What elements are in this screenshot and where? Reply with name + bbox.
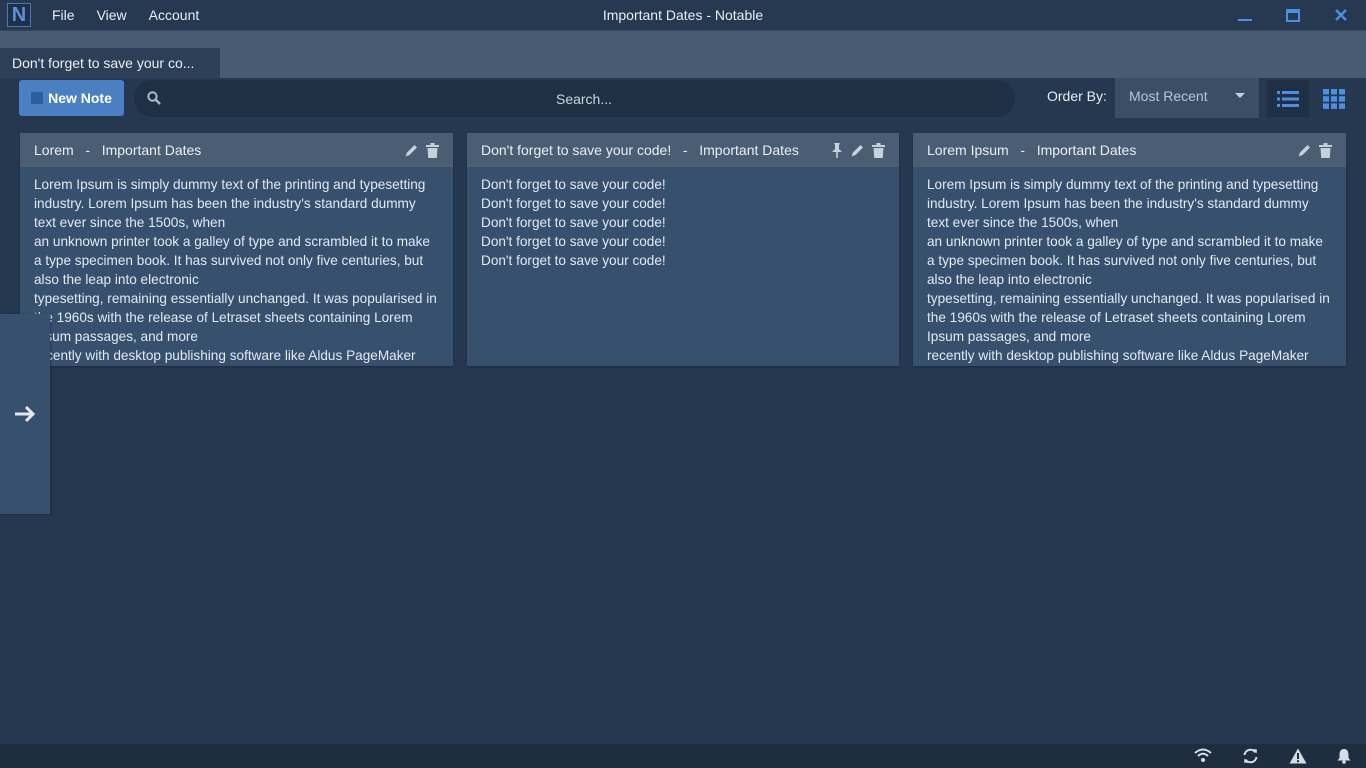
- note-separator: -: [77, 142, 98, 158]
- expand-sidebar-button[interactable]: [0, 314, 50, 514]
- note-line: Lorem Ipsum is simply dummy text of the …: [34, 177, 426, 230]
- close-button[interactable]: [1321, 0, 1361, 30]
- note-line: an unknown printer took a galley of type…: [927, 234, 1323, 287]
- note-content: Lorem Ipsum is simply dummy text of the …: [913, 167, 1346, 365]
- window-title: Important Dates - Notable: [602, 7, 764, 23]
- list-icon: [1277, 90, 1299, 107]
- note-card[interactable]: Don't forget to save your code! - Import…: [467, 133, 899, 366]
- maximize-button[interactable]: [1273, 0, 1313, 30]
- grid-view-button[interactable]: [1313, 80, 1355, 117]
- note-line: Don't forget to save your code!: [481, 234, 666, 249]
- note-title: Lorem: [34, 142, 74, 158]
- note-line: Don't forget to save your code!: [481, 253, 666, 268]
- order-by-value: Most Recent: [1129, 88, 1208, 104]
- note-line: Don't forget to save your code!: [481, 196, 666, 211]
- tab-strip: Don't forget to save your co...: [0, 31, 1366, 78]
- note-separator: -: [1012, 142, 1033, 158]
- note-notebook: Important Dates: [699, 142, 799, 158]
- note-line: recently with desktop publishing softwar…: [927, 348, 1309, 363]
- note-title: Don't forget to save your code!: [481, 142, 672, 158]
- maximize-icon: [1286, 8, 1300, 22]
- order-by-label: Order By:: [1047, 88, 1107, 104]
- trash-icon[interactable]: [872, 142, 885, 158]
- note-line: Don't forget to save your code!: [481, 177, 666, 192]
- note-content: Don't forget to save your code! Don't fo…: [467, 167, 899, 270]
- note-line: recently with desktop publishing softwar…: [34, 348, 416, 363]
- order-by-select[interactable]: Most Recent: [1115, 78, 1259, 118]
- minimize-button[interactable]: [1225, 0, 1265, 30]
- edit-icon[interactable]: [404, 143, 419, 158]
- note-notebook: Important Dates: [1036, 142, 1137, 158]
- chevron-down-icon: [1235, 93, 1245, 98]
- note-line: an unknown printer took a galley of type…: [34, 234, 430, 287]
- search-icon: [147, 91, 161, 105]
- edit-icon[interactable]: [1297, 143, 1312, 158]
- status-bar: [0, 744, 1366, 768]
- note-notebook: Important Dates: [101, 142, 202, 158]
- note-line: typesetting, remaining essentially uncha…: [34, 291, 437, 344]
- warning-icon[interactable]: [1289, 748, 1307, 764]
- note-card-header: Lorem Ipsum - Important Dates: [913, 133, 1346, 167]
- search-bar: [134, 80, 1015, 117]
- pin-icon[interactable]: [831, 142, 843, 158]
- grid-icon: [1323, 88, 1345, 109]
- note-card[interactable]: Lorem - Important Dates Lorem Ipsum is s…: [20, 133, 453, 366]
- list-view-button[interactable]: [1267, 80, 1309, 117]
- edit-icon[interactable]: [850, 143, 865, 158]
- note-line: Lorem Ipsum is simply dummy text of the …: [927, 177, 1319, 230]
- trash-icon[interactable]: [1319, 142, 1332, 158]
- title-bar: N File View Account Important Dates - No…: [0, 0, 1366, 31]
- note-line: Don't forget to save your code!: [481, 215, 666, 230]
- close-icon: [1335, 9, 1347, 21]
- arrow-right-icon: [15, 405, 36, 423]
- note-separator: -: [675, 142, 696, 158]
- wifi-icon[interactable]: [1194, 748, 1212, 763]
- bell-icon[interactable]: [1337, 748, 1351, 764]
- new-note-button[interactable]: New Note: [19, 80, 124, 116]
- note-line: typesetting, remaining essentially uncha…: [927, 291, 1330, 344]
- note-card[interactable]: Lorem Ipsum - Important Dates Lorem Ipsu…: [913, 133, 1346, 366]
- note-icon: [31, 92, 44, 104]
- note-title: Lorem Ipsum: [927, 142, 1009, 158]
- tab-note[interactable]: Don't forget to save your co...: [0, 48, 220, 78]
- search-input[interactable]: [174, 80, 994, 117]
- note-card-header: Lorem - Important Dates: [20, 133, 453, 167]
- minimize-icon: [1238, 19, 1252, 21]
- note-card-header: Don't forget to save your code! - Import…: [467, 133, 899, 167]
- sync-icon[interactable]: [1242, 748, 1259, 764]
- new-note-label: New Note: [48, 90, 112, 106]
- note-content: Lorem Ipsum is simply dummy text of the …: [20, 167, 453, 365]
- trash-icon[interactable]: [426, 142, 439, 158]
